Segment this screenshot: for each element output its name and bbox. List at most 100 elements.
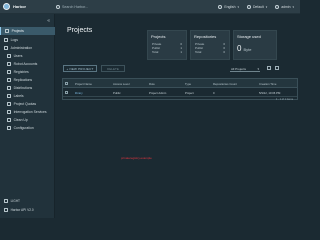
- sidebar-item-logs[interactable]: Logs: [0, 36, 55, 44]
- app-name: Harbor: [13, 4, 27, 9]
- column-header[interactable]: Type: [185, 82, 191, 86]
- chevron-down-icon: ▾: [292, 4, 294, 9]
- logs-icon: [4, 38, 8, 42]
- collapse-sidebar-icon[interactable]: «: [47, 18, 50, 24]
- column-header[interactable]: Access Level: [113, 82, 129, 86]
- chevron-down-icon: ▾: [265, 4, 268, 9]
- sidebar-item-label: Replications: [13, 78, 33, 82]
- sidebar-item-administration[interactable]: Administration: [0, 44, 55, 52]
- column-header[interactable]: Role: [149, 82, 155, 86]
- storage-card-title: Storage used: [237, 34, 261, 39]
- type-cell: Project: [185, 91, 194, 95]
- sidebar-item-label: Projects: [11, 29, 24, 33]
- sidebar-item-label: Labels: [13, 94, 24, 98]
- table-row[interactable]: library Public Project Admin Project 0 5…: [63, 88, 297, 97]
- repositories-card-title: Repositories: [194, 34, 217, 39]
- gear-icon: [246, 4, 251, 9]
- gear-icon: [7, 126, 11, 130]
- chevron-down-icon: ▾: [257, 66, 259, 71]
- main-content: Projects Projects Private 0 Public 1 Tot…: [55, 14, 300, 218]
- sidebar-item-interrogation-services[interactable]: Interrogation Services: [0, 108, 55, 116]
- repositories-count-cell: 0: [213, 91, 215, 95]
- creation-time-cell: 5/9/22, 10:06 PM: [259, 91, 281, 95]
- distributions-icon: [7, 86, 11, 90]
- project-name-link[interactable]: library: [75, 91, 83, 95]
- project-filter-select[interactable]: All Projects ▾: [230, 66, 260, 72]
- sidebar-item-users[interactable]: Users: [0, 52, 55, 60]
- sidebar-item-clean-up[interactable]: Clean Up: [0, 116, 55, 124]
- robot-icon: [7, 62, 11, 66]
- sidebar-item-label: Registries: [13, 70, 29, 74]
- registry-link[interactable]: privateregistry.example: [121, 156, 152, 160]
- shield-icon: [7, 110, 11, 114]
- tag-icon: [7, 94, 11, 98]
- search-icon[interactable]: [267, 66, 271, 70]
- trash-icon: [7, 118, 11, 122]
- sidebar-item-labels[interactable]: Labels: [0, 92, 55, 100]
- role-cell: Project Admin: [149, 91, 167, 95]
- sidebar-item-label: Clean Up: [13, 118, 28, 122]
- select-all-checkbox[interactable]: [65, 82, 68, 85]
- sidebar-item-label: Robot Accounts: [13, 62, 38, 66]
- repositories-card: Repositories Private 0 Public 0 Total 0: [190, 30, 230, 60]
- row-label: Total: [152, 50, 159, 54]
- user-dropdown[interactable]: admin ▾: [275, 4, 294, 9]
- projects-total-row: Total 1: [152, 50, 182, 54]
- api-link[interactable]: Harbor API V2.0: [0, 206, 55, 214]
- sidebar-item-label: Interrogation Services: [13, 110, 47, 114]
- column-header[interactable]: Project Name: [75, 82, 92, 86]
- language-label: English: [224, 4, 236, 9]
- refresh-icon[interactable]: [275, 66, 279, 70]
- language-dropdown[interactable]: English ▾: [218, 4, 239, 9]
- user-icon: [275, 4, 280, 9]
- new-project-button[interactable]: + NEW PROJECT: [63, 65, 97, 72]
- row-value: 1: [180, 50, 182, 54]
- projects-card-title: Projects: [151, 34, 166, 39]
- filter-label: All Projects: [231, 66, 247, 71]
- theme-label: LIGHT: [10, 199, 20, 203]
- projects-table: Project Name Access Level Role Type Repo…: [62, 78, 298, 101]
- sidebar-item-label: Administration: [10, 46, 33, 50]
- sidebar-item-configuration[interactable]: Configuration: [0, 124, 55, 132]
- users-icon: [7, 54, 11, 58]
- search-icon: [56, 4, 60, 9]
- registries-icon: [7, 70, 11, 74]
- api-icon: [4, 208, 8, 212]
- projects-icon: [5, 29, 9, 33]
- storage-card: Storage used 0 Byte: [233, 30, 277, 60]
- api-label: Harbor API V2.0: [10, 208, 34, 212]
- sidebar-item-label: Project Quotas: [13, 102, 37, 106]
- row-checkbox[interactable]: [65, 91, 68, 94]
- auth-dropdown[interactable]: Default ▾: [246, 4, 268, 9]
- replications-icon: [7, 78, 11, 82]
- projects-card: Projects Private 0 Public 1 Total 1: [147, 30, 187, 60]
- delete-button[interactable]: DELETE: [101, 65, 125, 72]
- pagination-summary: 1 - 1 of 1 items: [275, 98, 293, 101]
- sidebar-item-robot-accounts[interactable]: Robot Accounts: [0, 60, 55, 68]
- global-search[interactable]: [56, 4, 132, 9]
- storage-number: 0: [237, 44, 242, 53]
- column-header[interactable]: Repositories Count: [213, 82, 237, 86]
- chevron-down-icon: ▾: [237, 4, 239, 9]
- sidebar-item-replications[interactable]: Replications: [0, 76, 55, 84]
- row-value: 0: [223, 50, 225, 54]
- theme-toggle[interactable]: LIGHT: [0, 197, 55, 205]
- sidebar-item-registries[interactable]: Registries: [0, 68, 55, 76]
- row-label: Total: [195, 50, 202, 54]
- sidebar: « Projects Logs Administration Users Rob…: [0, 14, 55, 218]
- brand[interactable]: Harbor: [3, 3, 53, 10]
- auth-label: Default: [252, 4, 264, 9]
- sidebar-item-project-quotas[interactable]: Project Quotas: [0, 100, 55, 108]
- sidebar-item-label: Logs: [10, 38, 18, 42]
- top-header: Harbor English ▾ Default ▾ admin ▾: [0, 0, 300, 14]
- column-header[interactable]: Creation Time: [259, 82, 276, 86]
- globe-icon: [218, 4, 223, 9]
- sidebar-item-distributions[interactable]: Distributions: [0, 84, 55, 92]
- search-input[interactable]: [62, 4, 132, 9]
- sun-icon: [4, 199, 8, 203]
- sidebar-item-label: Configuration: [13, 126, 34, 130]
- sidebar-item-projects[interactable]: Projects: [0, 27, 55, 35]
- sidebar-item-label: Distributions: [13, 86, 33, 90]
- page-title: Projects: [67, 27, 93, 34]
- sidebar-item-label: Users: [13, 54, 23, 58]
